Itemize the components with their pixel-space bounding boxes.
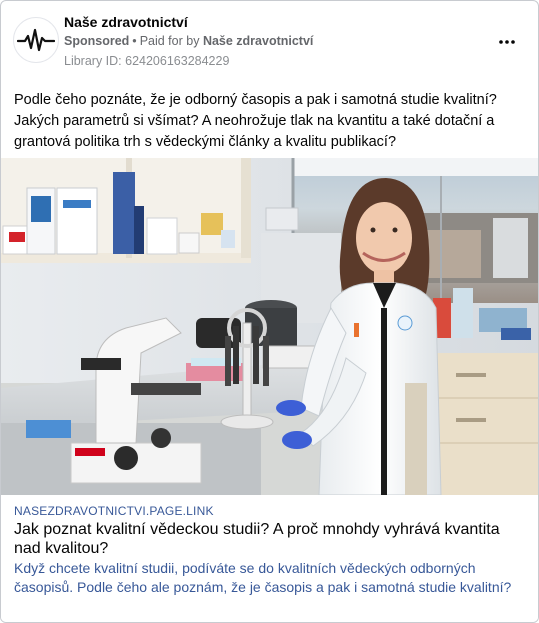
link-domain[interactable]: NASEZDRAVOTNICTVI.PAGE.LINK xyxy=(14,504,214,518)
ad-image[interactable] xyxy=(1,158,538,495)
heartbeat-line-icon xyxy=(17,28,55,52)
post-header: Naše zdravotnictví Sponsored • Paid for by… xyxy=(1,1,538,83)
page-name-link[interactable]: Naše zdravotnictví xyxy=(64,14,188,30)
library-id: Library ID: 624206163284229 xyxy=(64,54,230,68)
sponsored-label: Sponsored xyxy=(64,34,130,48)
paid-for-label: Paid for by xyxy=(139,34,200,48)
post-message: Podle čeho poznáte, že je odborný časopi… xyxy=(14,92,497,150)
meta-separator: • xyxy=(132,34,137,48)
link-description[interactable]: Když chcete kvalitní studii, podíváte se… xyxy=(14,559,529,597)
more-options-button[interactable] xyxy=(492,27,522,57)
link-title[interactable]: Jak poznat kvalitní vědeckou studii? A p… xyxy=(14,520,524,558)
paid-for-page-link[interactable]: Naše zdravotnictví xyxy=(203,34,313,48)
laboratory-photo xyxy=(1,158,538,495)
page-avatar[interactable] xyxy=(13,17,59,63)
sponsored-line: Sponsored • Paid for by Naše zdravotnictví xyxy=(64,34,313,48)
more-options-icon xyxy=(499,40,515,44)
link-preview[interactable]: NASEZDRAVOTNICTVI.PAGE.LINK Jak poznat k… xyxy=(1,495,538,622)
ad-card: Naše zdravotnictví Sponsored • Paid for by… xyxy=(0,0,539,623)
